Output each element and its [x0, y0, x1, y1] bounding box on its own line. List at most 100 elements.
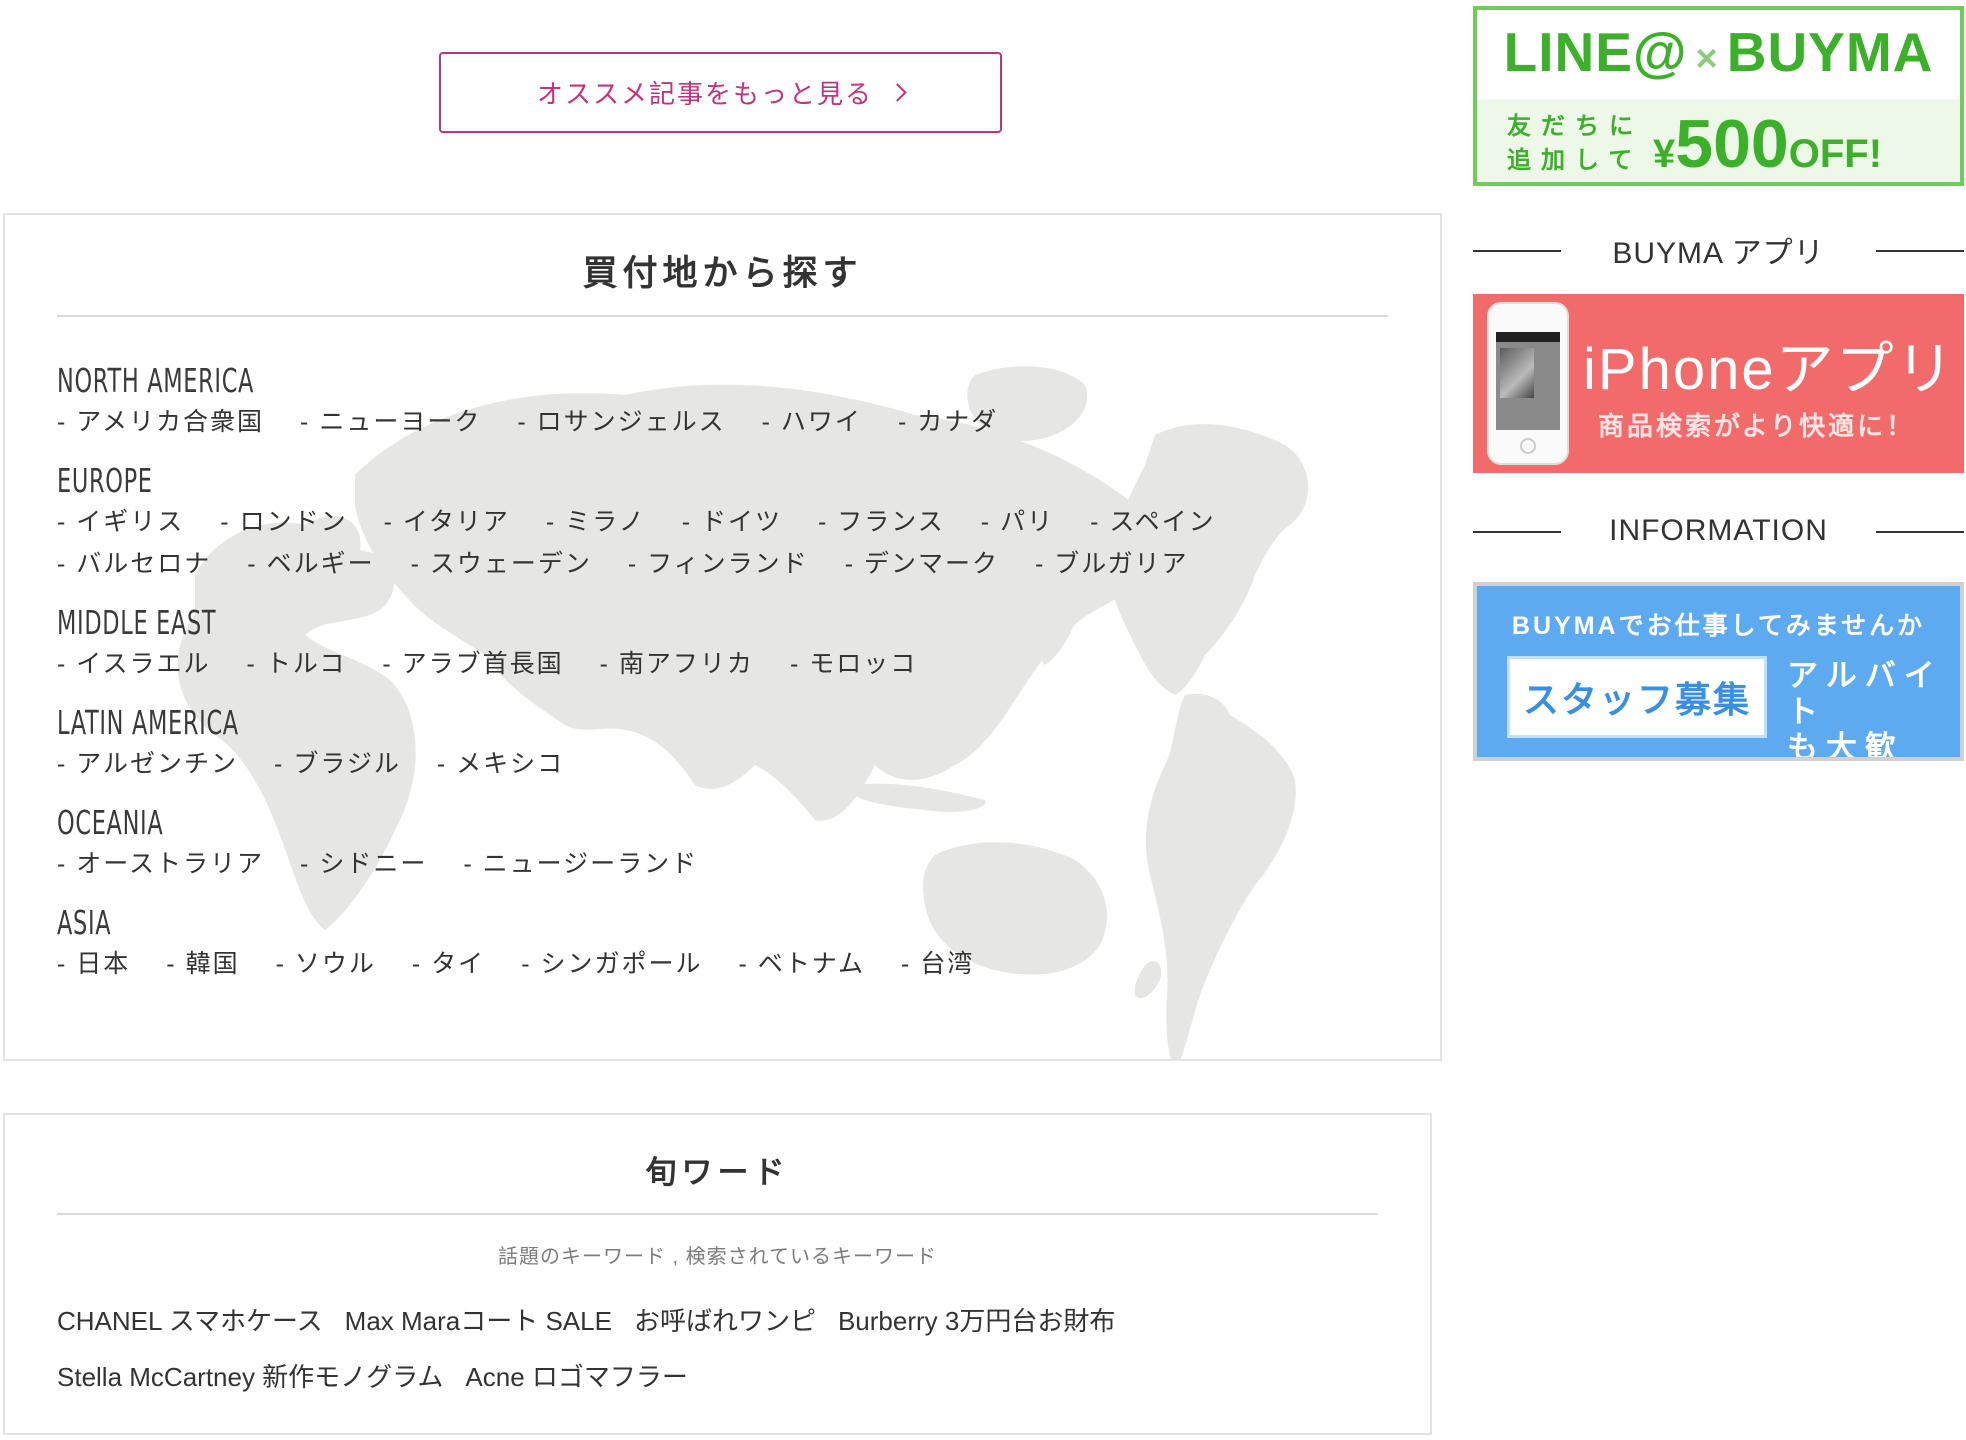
- trend-keyword-list: CHANEL スマホケース Max Maraコート SALE お呼ばれワンピ B…: [57, 1293, 1378, 1405]
- information-heading-label: INFORMATION: [1609, 514, 1828, 547]
- discount-off-label: OFF!: [1788, 132, 1883, 176]
- trend-panel-title: 旬ワード: [645, 1155, 790, 1190]
- region-europe: EUROPE イギリス ロンドン イタリア ミラノ ドイツ フランス パリ スペ…: [57, 458, 1388, 582]
- tagline-line-2: も大歓迎！: [1787, 730, 1904, 761]
- iphone-banner-subtitle: 商品検索がより快適に！: [1598, 411, 1916, 441]
- region-link[interactable]: スペイン: [1090, 504, 1216, 540]
- chevron-right-icon: [888, 83, 907, 102]
- region-link[interactable]: 韓国: [166, 946, 239, 982]
- region-link[interactable]: フィンランド: [628, 546, 809, 582]
- region-link[interactable]: イタリア: [384, 504, 510, 540]
- region-link[interactable]: イギリス: [57, 504, 184, 540]
- region-link[interactable]: ソウル: [276, 946, 376, 982]
- region-link[interactable]: 南アフリカ: [600, 646, 754, 682]
- line-brand: LINE@: [1503, 21, 1688, 83]
- trend-keyword-link[interactable]: お呼ばれワンピ: [634, 1293, 816, 1349]
- region-link[interactable]: デンマーク: [845, 546, 999, 582]
- line-caption-2: 追加して: [1507, 147, 1643, 174]
- region-link[interactable]: スウェーデン: [411, 546, 592, 582]
- region-heading: NORTH AMERICA: [57, 361, 255, 400]
- region-link[interactable]: ロサンジェルス: [517, 404, 725, 440]
- region-heading: MIDDLE EAST: [57, 603, 217, 642]
- region-link[interactable]: ハワイ: [762, 404, 862, 440]
- iphone-app-banner[interactable]: iPhoneアプリ 商品検索がより快適に！: [1473, 294, 1964, 473]
- region-link[interactable]: タイ: [412, 946, 485, 982]
- more-articles-button[interactable]: オススメ記事をもっと見る: [439, 52, 1002, 133]
- region-link[interactable]: 日本: [57, 946, 130, 982]
- region-link[interactable]: ブラジル: [274, 746, 401, 782]
- trend-keyword-link[interactable]: CHANEL スマホケース: [57, 1293, 323, 1349]
- line-caption-1: 友だちに: [1507, 113, 1643, 140]
- region-link[interactable]: オーストラリア: [57, 846, 264, 882]
- region-link[interactable]: アメリカ合衆国: [57, 404, 264, 440]
- region-links: アメリカ合衆国 ニューヨーク ロサンジェルス ハワイ カナダ: [57, 404, 1257, 440]
- buyma-brand: BUYMA: [1726, 21, 1934, 83]
- region-middle-east: MIDDLE EAST イスラエル トルコ アラブ首長国 南アフリカ モロッコ: [57, 600, 1388, 682]
- title-divider: [57, 1213, 1378, 1215]
- region-link[interactable]: カナダ: [898, 404, 998, 440]
- region-heading: LATIN AMERICA: [57, 703, 239, 742]
- region-links: アルゼンチン ブラジル メキシコ: [57, 746, 1257, 782]
- app-heading-label: BUYMA アプリ: [1612, 237, 1825, 270]
- region-panel-title: 買付地から探す: [582, 254, 863, 293]
- staff-recruit-banner[interactable]: BUYMAでお仕事してみませんか スタッフ募集 アルバイト も大歓迎！: [1473, 582, 1964, 761]
- region-asia: ASIA 日本 韓国 ソウル タイ シンガポール ベトナム 台湾: [57, 900, 1388, 982]
- region-links: 日本 韓国 ソウル タイ シンガポール ベトナム 台湾: [57, 946, 1257, 982]
- staff-banner-headline: BUYMAでお仕事してみませんか: [1511, 612, 1926, 640]
- trend-keyword-link[interactable]: Burberry 3万円台お財布: [838, 1293, 1115, 1349]
- title-divider: [57, 315, 1388, 317]
- information-section-heading: INFORMATION: [1473, 511, 1964, 551]
- region-link[interactable]: ミラノ: [546, 504, 646, 540]
- region-link[interactable]: ニュージーランド: [463, 846, 698, 882]
- region-link[interactable]: シドニー: [300, 846, 427, 882]
- staff-banner-tagline: アルバイト も大歓迎！: [1787, 658, 1960, 761]
- region-link[interactable]: ベトナム: [738, 946, 865, 982]
- region-link[interactable]: モロッコ: [790, 646, 917, 682]
- region-link[interactable]: アルゼンチン: [57, 746, 238, 782]
- region-link[interactable]: メキシコ: [437, 746, 564, 782]
- app-section-heading: BUYMA アプリ: [1473, 230, 1964, 270]
- iphone-banner-title: iPhoneアプリ: [1583, 337, 1956, 402]
- region-links: オーストラリア シドニー ニュージーランド: [57, 846, 1257, 882]
- staff-recruit-label: スタッフ募集: [1507, 656, 1767, 738]
- trend-keyword-link[interactable]: Acne ロゴマフラー: [465, 1349, 688, 1405]
- line-banner-caption: 友だちに 追加して: [1507, 110, 1643, 178]
- region-heading: OCEANIA: [57, 803, 164, 842]
- region-link[interactable]: ブルガリア: [1035, 546, 1189, 582]
- region-oceania: OCEANIA オーストラリア シドニー ニュージーランド: [57, 800, 1388, 882]
- trend-keyword-link[interactable]: Stella McCartney 新作モノグラム: [57, 1349, 443, 1405]
- more-articles-label: オススメ記事をもっと見る: [536, 79, 873, 109]
- region-link[interactable]: イスラエル: [57, 646, 211, 682]
- line-discount: ¥500OFF!: [1653, 105, 1883, 182]
- region-search-panel: 買付地から探す NORTH AMERICA アメリカ合衆国 ニューヨーク ロサン…: [3, 213, 1442, 1061]
- trend-words-panel: 旬ワード 話題のキーワード , 検索されているキーワード CHANEL スマホケ…: [3, 1113, 1432, 1435]
- cross-icon: ×: [1695, 38, 1719, 80]
- region-latin-america: LATIN AMERICA アルゼンチン ブラジル メキシコ: [57, 700, 1388, 782]
- discount-amount: 500: [1675, 106, 1789, 182]
- trend-subtitle: 話題のキーワード , 検索されているキーワード: [497, 1246, 938, 1268]
- trend-keyword-link[interactable]: Max Maraコート SALE: [345, 1293, 612, 1349]
- region-heading: EUROPE: [57, 461, 153, 500]
- yen-symbol: ¥: [1653, 132, 1676, 176]
- line-banner-headline: LINE@ × BUYMA: [1477, 20, 1960, 84]
- region-link[interactable]: トルコ: [247, 646, 347, 682]
- region-heading: ASIA: [57, 903, 112, 942]
- region-link[interactable]: シンガポール: [521, 946, 702, 982]
- region-link[interactable]: ロンドン: [220, 504, 347, 540]
- region-link[interactable]: フランス: [818, 504, 945, 540]
- region-link[interactable]: パリ: [981, 504, 1054, 540]
- region-link[interactable]: 台湾: [901, 946, 974, 982]
- smartphone-icon: [1487, 302, 1569, 465]
- region-link[interactable]: アラブ首長国: [382, 646, 563, 682]
- region-link[interactable]: バルセロナ: [57, 546, 211, 582]
- region-north-america: NORTH AMERICA アメリカ合衆国 ニューヨーク ロサンジェルス ハワイ…: [57, 358, 1388, 440]
- region-link[interactable]: ドイツ: [682, 504, 782, 540]
- line-friend-banner[interactable]: LINE@ × BUYMA 友だちに 追加して ¥500OFF!: [1473, 6, 1964, 186]
- tagline-line-1: アルバイト: [1787, 658, 1943, 729]
- region-link[interactable]: ニューヨーク: [300, 404, 481, 440]
- region-links: イギリス ロンドン イタリア ミラノ ドイツ フランス パリ スペイン バルセロ…: [57, 504, 1257, 582]
- region-links: イスラエル トルコ アラブ首長国 南アフリカ モロッコ: [57, 646, 1257, 682]
- region-link[interactable]: ベルギー: [247, 546, 374, 582]
- line-banner-offer: 友だちに 追加して ¥500OFF!: [1507, 105, 1883, 182]
- region-list: NORTH AMERICA アメリカ合衆国 ニューヨーク ロサンジェルス ハワイ…: [57, 358, 1388, 1000]
